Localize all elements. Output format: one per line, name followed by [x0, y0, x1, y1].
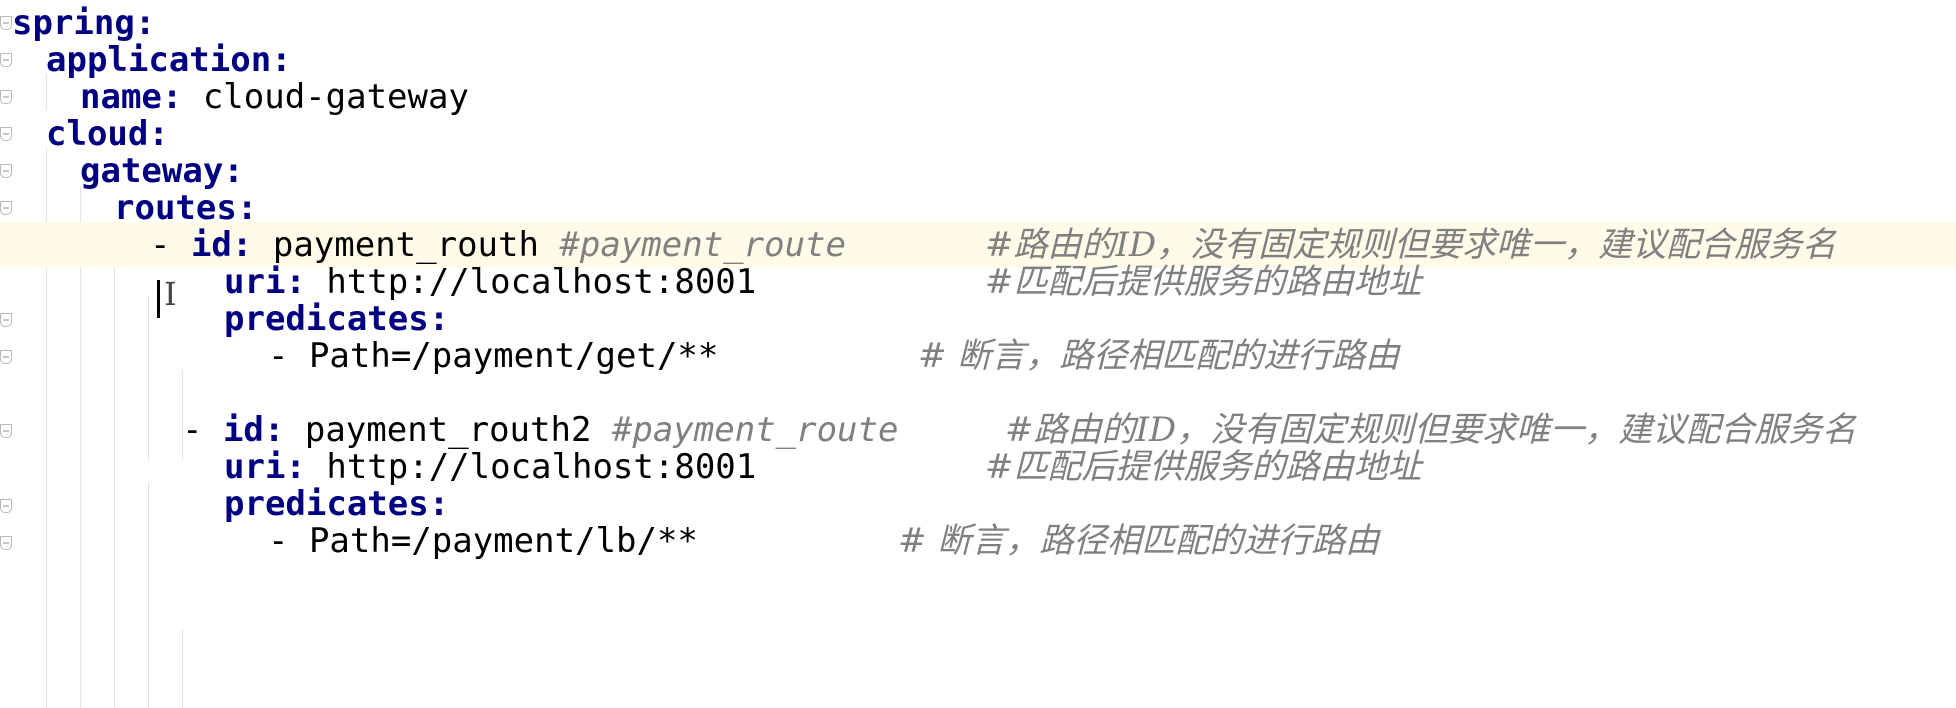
code-editor[interactable]: spring: application: name: cloud-gateway… [0, 0, 1956, 708]
yaml-comment: # 断言，路径相匹配的进行路由 [898, 521, 1380, 561]
yaml-value: Path=/payment/lb/** [308, 521, 698, 561]
text-caret [157, 280, 160, 318]
indent-guide [182, 630, 183, 708]
code-line[interactable]: - Path=/payment/lb/** # 断言，路径相匹配的进行路由 [0, 518, 1956, 564]
ibeam-cursor-icon: I [164, 275, 177, 313]
yaml-list-dash: - [268, 521, 309, 561]
